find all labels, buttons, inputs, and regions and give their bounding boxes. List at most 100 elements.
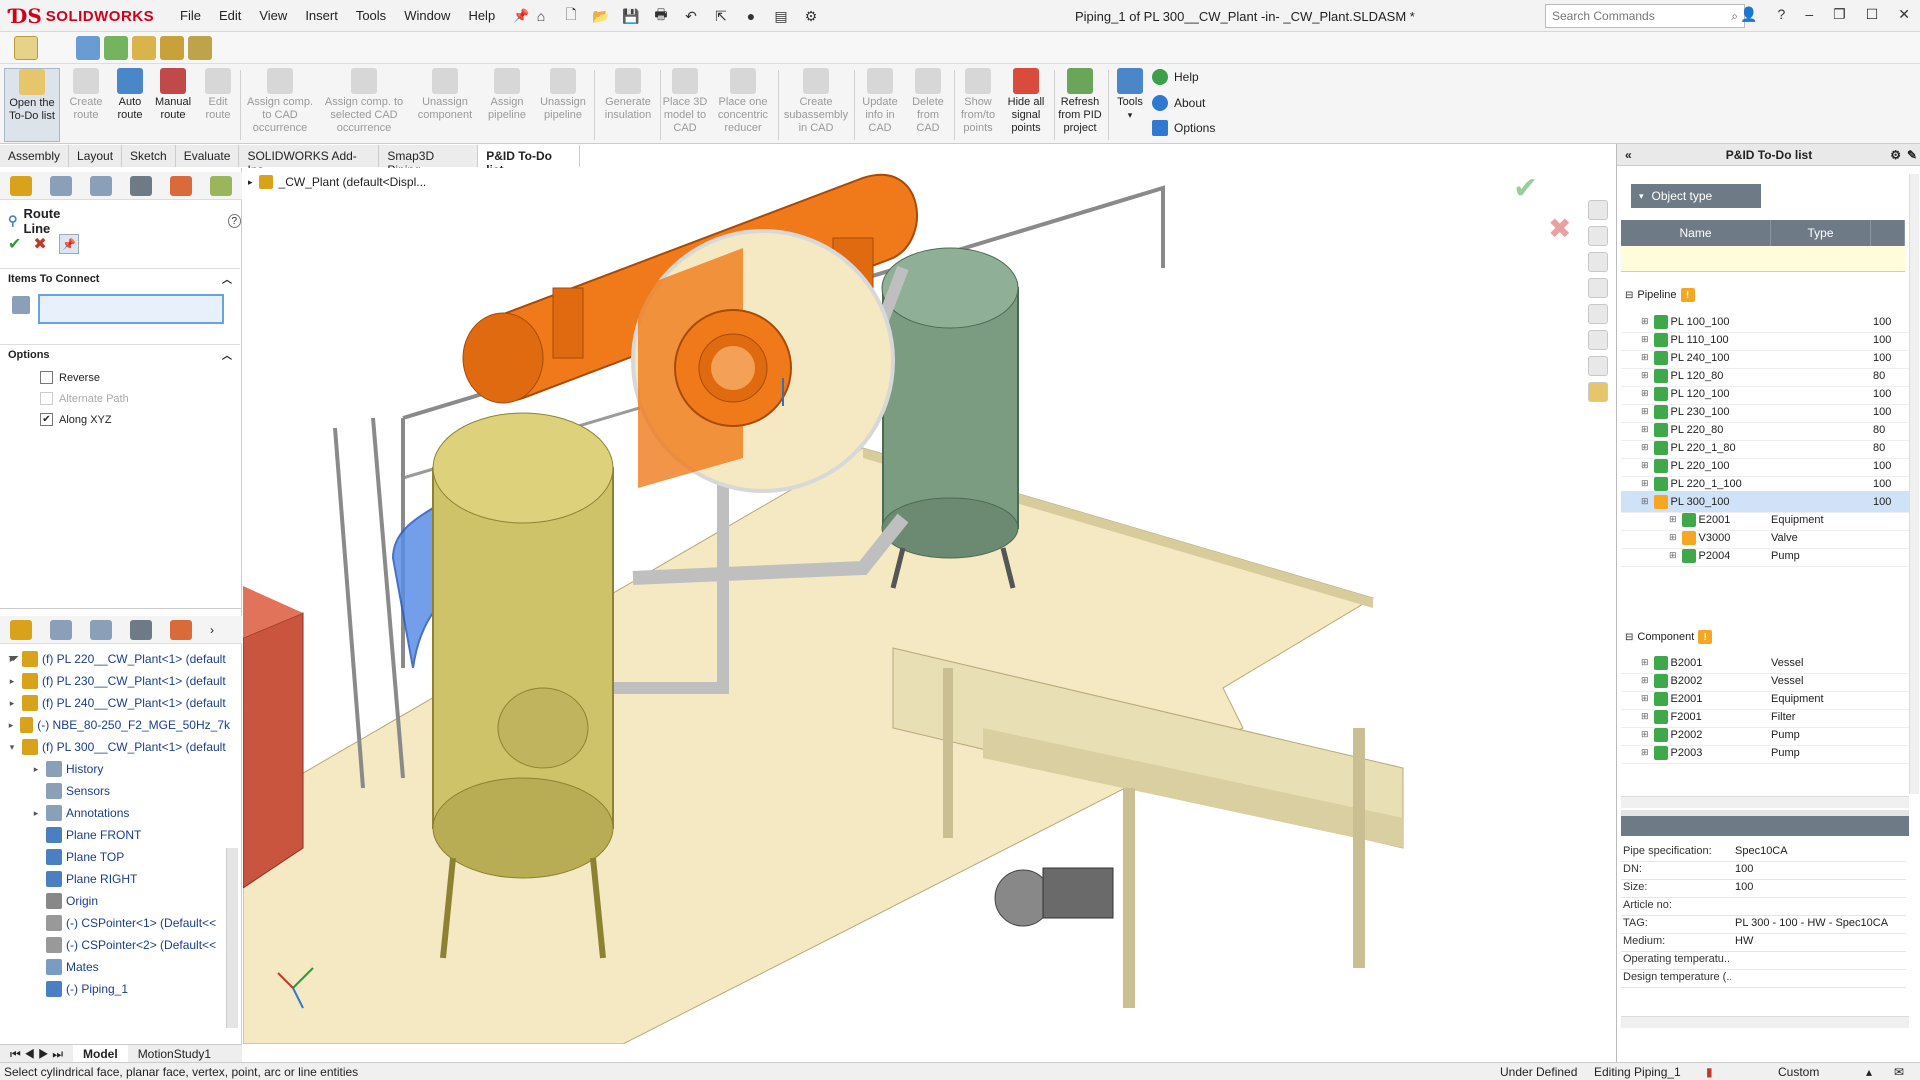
piping-tool-icon[interactable] (76, 36, 100, 60)
expand-plus-icon[interactable]: ⊞ (1641, 316, 1649, 327)
pipeline-group-header[interactable]: ⊟ Pipeline ! (1625, 288, 1695, 302)
expand-plus-icon[interactable]: ⊞ (1669, 550, 1677, 561)
breadcrumb-assembly[interactable]: _CW_Plant (default<Displ... (279, 175, 427, 189)
pane-splitter[interactable] (0, 608, 242, 616)
about-button[interactable]: About (1152, 95, 1205, 111)
collapse-chevron-icon[interactable]: ︿ (222, 347, 232, 362)
tree-item[interactable]: ▸ History (0, 758, 230, 780)
cad-3d-model[interactable]: ✔ ✖ (243, 168, 1615, 1044)
pin-icon[interactable]: 📌 (513, 8, 529, 24)
list-horizontal-scrollbar[interactable] (1621, 796, 1909, 808)
tools-button[interactable]: Tools ▾ (1112, 68, 1148, 142)
column-extra[interactable] (1871, 220, 1905, 246)
help-question-icon[interactable]: ? (227, 214, 241, 228)
display-manager-icon[interactable] (170, 175, 192, 196)
home-icon[interactable]: ⌂ (530, 5, 552, 27)
units-dropdown-icon[interactable]: ▴ (1866, 1065, 1872, 1079)
expand-toggle-icon[interactable]: ▸ (30, 764, 42, 775)
component-row[interactable]: ⊞ P2003 Pump (1621, 742, 1909, 764)
save-icon[interactable]: 💾 (620, 5, 642, 27)
piping-manager-icon[interactable] (210, 175, 232, 196)
auto-route-button[interactable]: Auto route (110, 68, 150, 142)
confirm-corner-cancel-icon[interactable]: ✖ (1548, 212, 1571, 245)
tab-pid-todo-list[interactable]: P&ID To-Do list (478, 145, 580, 177)
tree-item[interactable]: ▸ (f) PL 240__CW_Plant<1> (default (0, 692, 230, 714)
along-xyz-checkbox[interactable]: ✔ (40, 413, 53, 426)
rebuild-indicator-icon[interactable]: ▮ (1706, 1065, 1713, 1079)
expand-plus-icon[interactable]: ⊞ (1641, 406, 1649, 417)
search-commands-box[interactable]: Search Commands ⌕ (1545, 4, 1745, 28)
status-units[interactable]: Custom (1778, 1065, 1819, 1079)
custom-properties-icon[interactable] (1588, 330, 1608, 350)
expand-plus-icon[interactable]: ⊞ (1641, 693, 1649, 704)
assign-pipeline-button[interactable]: Assign pipeline (482, 68, 532, 142)
undo-icon[interactable]: ↶ (680, 5, 702, 27)
configuration-manager-icon[interactable] (90, 175, 112, 196)
collapse-icon[interactable]: ⊟ (1625, 632, 1633, 643)
restore-icon[interactable]: ❐ (1833, 6, 1846, 23)
update-info-button[interactable]: Update info in CAD (858, 68, 902, 142)
rebuild-icon[interactable]: ● (740, 5, 762, 27)
property-row[interactable]: Design temperature (... (1621, 966, 1906, 988)
create-subassembly-button[interactable]: Create subassembly in CAD (782, 68, 850, 142)
expand-plus-icon[interactable]: ⊞ (1641, 478, 1649, 489)
expand-toggle-icon[interactable]: ▸ (6, 676, 18, 687)
filter-row[interactable] (1621, 246, 1905, 272)
print-icon[interactable]: 🖶 (650, 5, 672, 27)
expand-plus-icon[interactable]: ⊞ (1641, 657, 1649, 668)
expand-plus-icon[interactable]: ⊞ (1641, 675, 1649, 686)
assign-comp-selected-button[interactable]: Assign comp. to selected CAD occurrence (322, 68, 406, 142)
property-value[interactable]: 100 (1731, 881, 1753, 893)
tab-layout[interactable]: Layout (69, 145, 123, 167)
manual-route-button[interactable]: Manual route (152, 68, 194, 142)
items-to-connect-header[interactable]: Items To Connect ︿ (0, 268, 240, 288)
reverse-checkbox[interactable] (40, 371, 53, 384)
file-properties-icon[interactable]: ▤ (770, 5, 792, 27)
collapse-panel-icon[interactable]: « (1625, 148, 1632, 162)
hide-signal-points-button[interactable]: Hide all signal points (1002, 68, 1050, 142)
tree-item[interactable]: ▸ (-) NBE_80-250_F2_MGE_50Hz_7k (0, 714, 230, 736)
magnifier-glass[interactable] (631, 229, 895, 493)
collapse-icon[interactable]: ⊟ (1625, 290, 1633, 301)
property-value[interactable]: HW (1731, 935, 1753, 947)
feature-manager-icon[interactable] (10, 619, 32, 640)
pipeline-child-row[interactable]: ⊞ P2004 Pump (1621, 545, 1909, 567)
chat-icon[interactable]: ✉ (1894, 1065, 1904, 1079)
new-document-icon[interactable]: 🗋 (560, 5, 582, 27)
delete-from-cad-button[interactable]: Delete from CAD (906, 68, 950, 142)
maximize-icon[interactable]: ☐ (1866, 6, 1879, 23)
todo-list-icon[interactable] (14, 36, 38, 60)
tree-item[interactable]: ▸ Annotations (0, 802, 230, 824)
tab-assembly[interactable]: Assembly (0, 145, 70, 167)
file-explorer-icon[interactable] (1588, 252, 1608, 272)
pin-icon[interactable]: ✎ (1907, 148, 1917, 162)
electrical-cabinet[interactable] (243, 612, 304, 889)
options-header[interactable]: Options ︿ (0, 344, 240, 364)
expand-toggle-icon[interactable]: ▸ (30, 808, 42, 819)
unassign-pipeline-button[interactable]: Unassign pipeline (536, 68, 590, 142)
property-manager-icon[interactable] (50, 619, 72, 640)
feature-manager-icon[interactable] (10, 175, 32, 196)
ok-check-icon[interactable]: ✔ (8, 234, 21, 254)
property-value[interactable]: 100 (1731, 863, 1753, 875)
graphics-viewport[interactable]: ✔ ✖ (243, 168, 1615, 1044)
dimxpert-icon[interactable] (130, 619, 152, 640)
menu-window[interactable]: Window (404, 8, 450, 24)
close-icon[interactable]: ✕ (1898, 6, 1910, 23)
forum-icon[interactable] (1588, 356, 1608, 376)
tree-item[interactable]: ▸ (f) PL 230__CW_Plant<1> (default (0, 670, 230, 692)
tree-item[interactable]: Plane RIGHT (0, 868, 230, 890)
property-manager-icon[interactable] (50, 175, 72, 196)
list-scrollbar[interactable] (1909, 174, 1919, 794)
appearances-icon[interactable] (1588, 304, 1608, 324)
show-from-to-button[interactable]: Show from/to points (958, 68, 998, 142)
generate-insulation-button[interactable]: Generate insulation (598, 68, 658, 142)
pump[interactable] (994, 867, 1114, 927)
chevron-right-icon[interactable]: › (210, 623, 214, 637)
tree-scrollbar[interactable] (226, 848, 238, 1028)
place-concentric-reducer-button[interactable]: Place one concentric reducer (712, 68, 774, 142)
place-3d-model-button[interactable]: Place 3D model to CAD (662, 68, 708, 142)
expand-plus-icon[interactable]: ⊞ (1669, 514, 1677, 525)
expand-plus-icon[interactable]: ⊞ (1641, 460, 1649, 471)
tree-item[interactable]: ▾ (f) PL 300__CW_Plant<1> (default (0, 736, 230, 758)
